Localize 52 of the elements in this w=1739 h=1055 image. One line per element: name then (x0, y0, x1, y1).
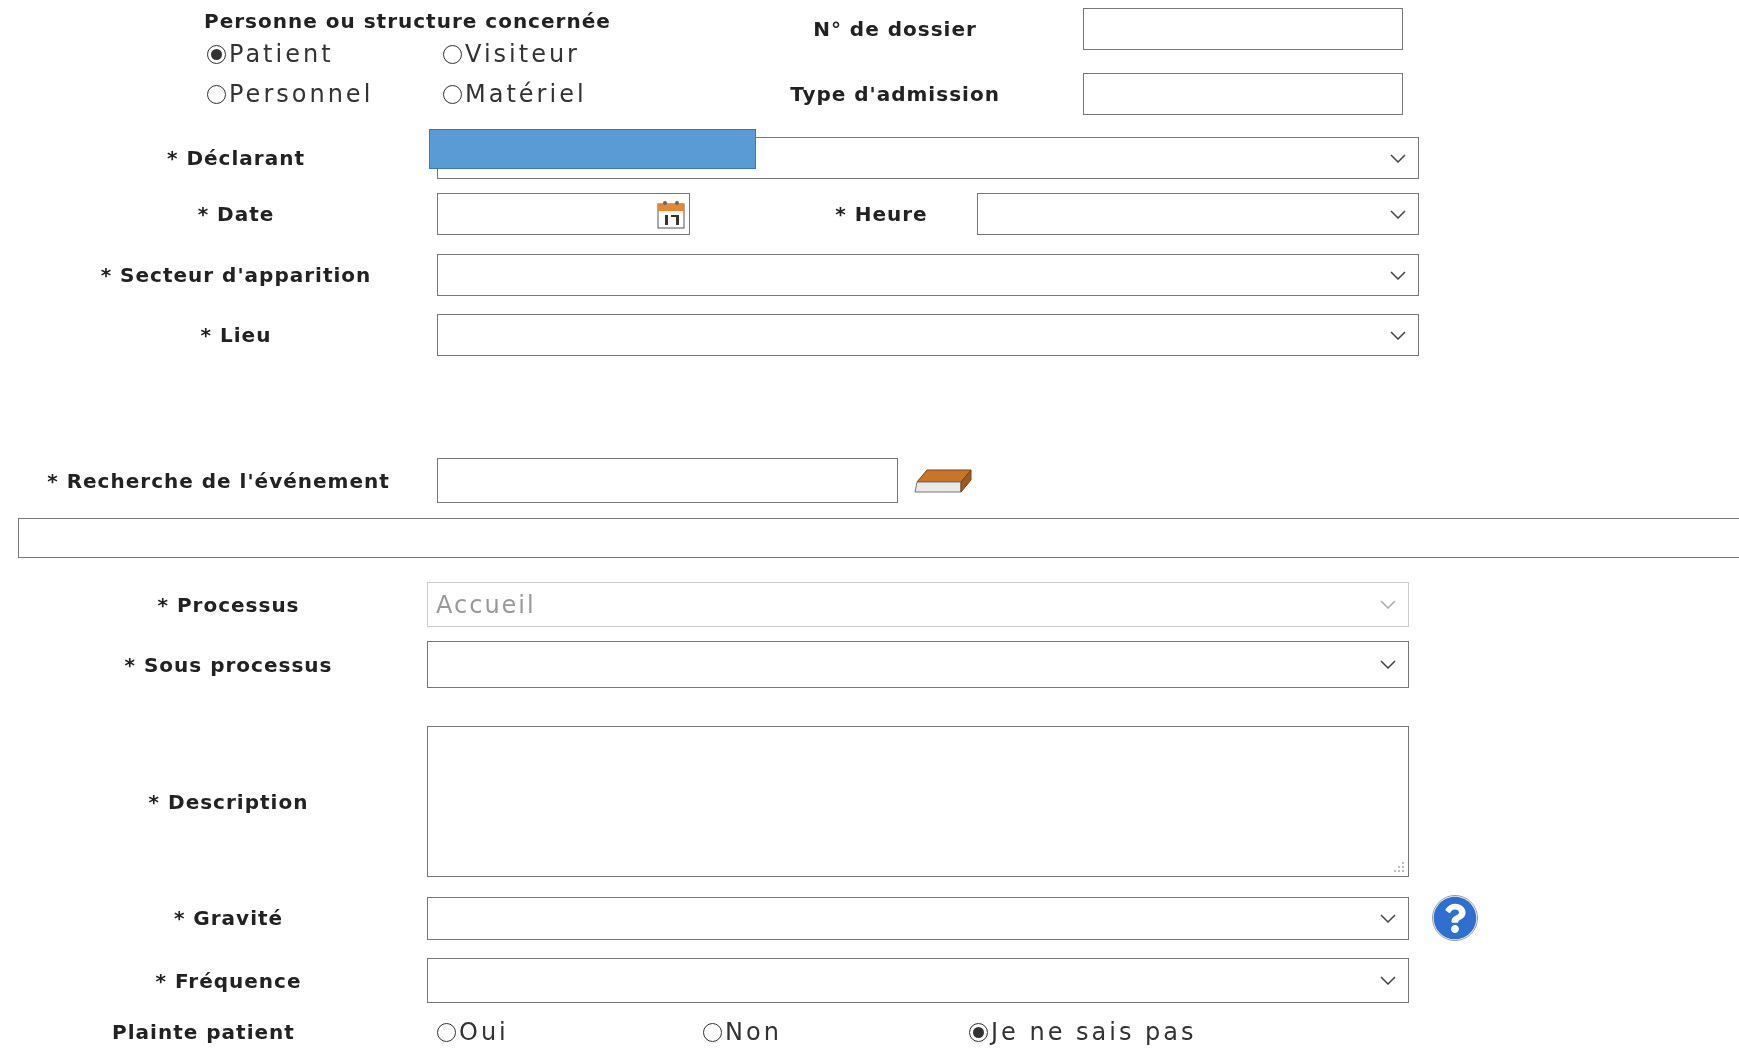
radio-option[interactable]: Non (703, 1017, 969, 1047)
field-label: * Heure (835, 201, 928, 228)
calendar-icon[interactable] (655, 198, 687, 230)
radio-button[interactable] (207, 84, 226, 104)
book-icon[interactable] (913, 467, 972, 494)
field-label: * Sous processus (124, 651, 333, 679)
chevron-down-icon (1390, 209, 1406, 219)
dropdown[interactable] (437, 314, 1419, 356)
group-title: Personne ou structure concernée (204, 8, 612, 35)
resize-grip-icon[interactable] (1393, 861, 1405, 873)
chevron-down-icon (1390, 330, 1406, 340)
field-label: * Secteur d'apparition (100, 262, 372, 289)
radio-option[interactable]: Oui (437, 1017, 703, 1047)
dropdown[interactable] (437, 254, 1419, 296)
radio-option[interactable]: Matériel (443, 78, 760, 110)
field-label: Plainte patient (112, 1019, 295, 1046)
field-label: * Description (148, 788, 309, 816)
chevron-down-icon (1380, 660, 1396, 669)
field-label: * Fréquence (155, 967, 302, 995)
chevron-down-icon (1390, 153, 1406, 163)
chevron-down-icon (1380, 600, 1396, 609)
radio-option[interactable]: Patient (207, 38, 443, 70)
field-label: N° de dossier (812, 16, 978, 43)
chevron-down-icon (1390, 270, 1406, 280)
field-label: * Lieu (200, 322, 272, 349)
radio-button[interactable] (703, 1022, 722, 1042)
dropdown[interactable] (427, 641, 1409, 688)
dropdown[interactable] (427, 896, 1409, 940)
text-input[interactable] (1083, 73, 1403, 115)
field-label: * Date (197, 201, 275, 228)
chevron-down-icon (1380, 913, 1396, 923)
radio-button[interactable] (443, 44, 462, 64)
dropdown[interactable] (427, 958, 1409, 1003)
radio-option[interactable]: Visiteur (443, 38, 760, 70)
field-label: * Recherche de l'événement (47, 467, 390, 495)
radio-option[interactable]: Personnel (207, 78, 443, 110)
field-label: * Déclarant (167, 145, 305, 172)
field-label: Type d'admission (789, 81, 1001, 108)
search-input[interactable] (437, 458, 898, 503)
radio-button[interactable] (207, 44, 226, 64)
radio-option[interactable]: Je ne sais pas (969, 1017, 1235, 1047)
help-icon[interactable] (1432, 895, 1478, 941)
radio-button[interactable] (443, 84, 462, 104)
text-input[interactable] (1083, 8, 1403, 50)
date-input[interactable] (437, 193, 690, 235)
radio-button[interactable] (437, 1022, 456, 1042)
chevron-down-icon (1380, 976, 1396, 985)
field-label: * Processus (157, 591, 300, 619)
radio-button[interactable] (969, 1022, 988, 1042)
dropdown[interactable] (977, 193, 1419, 235)
text-bar[interactable] (18, 518, 1739, 558)
field-label: * Gravité (173, 905, 284, 932)
